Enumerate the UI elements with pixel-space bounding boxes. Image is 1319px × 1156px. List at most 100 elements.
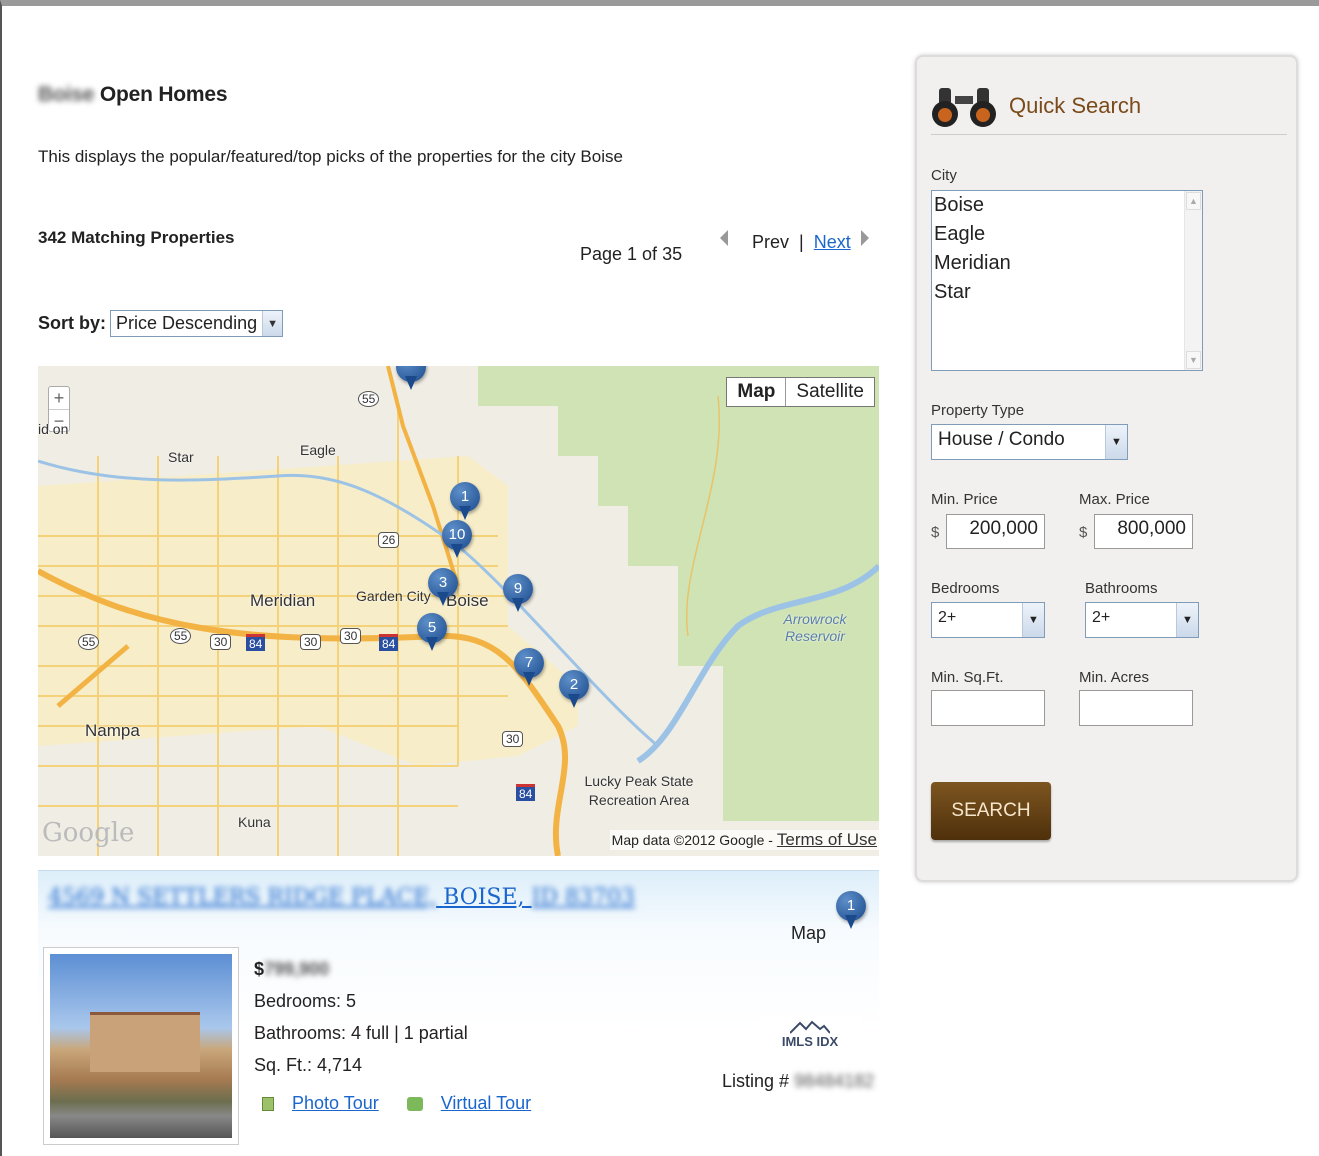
city-option[interactable]: Star <box>934 278 1202 307</box>
min-price-currency: $ <box>931 524 940 541</box>
photo-tour-icon <box>262 1096 274 1111</box>
property-type-label: Property Type <box>931 402 1025 419</box>
listing-number: Listing # 98484182 <box>722 1071 874 1092</box>
shield-30-c: 30 <box>340 628 362 644</box>
map-pin[interactable]: 3 <box>428 568 458 606</box>
binoculars-icon <box>932 87 996 127</box>
map-canvas <box>38 366 879 856</box>
urban-area <box>38 456 578 766</box>
map-label-star: Star <box>168 449 194 465</box>
quick-search-panel: Quick Search City Boise Eagle Meridian S… <box>915 55 1298 882</box>
google-logo: Google <box>42 818 135 848</box>
listing-number-label: Listing # <box>722 1071 790 1091</box>
shield-30-d: 30 <box>502 731 524 747</box>
mountain-icon <box>790 1020 830 1034</box>
min-sqft-label: Min. Sq.Ft. <box>931 669 1004 686</box>
bathrooms-label: Bathrooms <box>1085 580 1158 597</box>
shield-30-a: 30 <box>210 634 232 650</box>
chevron-down-icon[interactable]: ▼ <box>1176 603 1198 637</box>
map-data-text: Map data ©2012 Google - <box>611 832 777 848</box>
property-type-value: House / Condo <box>938 429 1065 450</box>
matching-count: 342 Matching Properties <box>38 228 235 247</box>
map-pin[interactable]: 2 <box>559 670 589 708</box>
house-image <box>50 954 232 1138</box>
map-label-arrowrock: Arrowrock Reservoir <box>783 611 847 644</box>
property-type-select[interactable]: House / Condo ▼ <box>931 424 1128 460</box>
next-link[interactable]: Next <box>814 232 851 253</box>
listing-map-pin[interactable]: 1 <box>836 891 866 929</box>
min-price-input[interactable]: 200,000 <box>946 514 1045 549</box>
page-title: Boise Open Homes <box>38 83 228 107</box>
city-label: City <box>931 167 957 184</box>
map-type-control: Map Satellite <box>726 377 875 407</box>
house-shape <box>90 1012 200 1072</box>
map-pin[interactable]: 7 <box>514 648 544 686</box>
imls-logo: IMLS IDX <box>760 1016 860 1054</box>
map-type-map-button[interactable]: Map <box>727 378 787 406</box>
photo-tour-link[interactable]: Photo Tour <box>292 1093 379 1114</box>
min-acres-input[interactable] <box>1079 690 1193 726</box>
pager: Prev | Next <box>720 229 869 253</box>
map-label-garden-city: Garden City <box>356 588 431 604</box>
map-label-kuna: Kuna <box>238 814 271 830</box>
map-attribution: Map data ©2012 Google - Terms of Use <box>609 830 879 850</box>
min-acres-label: Min. Acres <box>1079 669 1150 686</box>
listing-sqft: Sq. Ft.: 4,714 <box>254 1055 363 1075</box>
listing-address-link[interactable]: 4569 N SETTLERS RIDGE PLACE, BOISE, ID 8… <box>48 885 635 910</box>
city-option[interactable]: Meridian <box>934 249 1202 278</box>
prev-label: Prev <box>752 232 790 252</box>
address-city: BOISE, <box>443 885 525 910</box>
map-pin[interactable]: 5 <box>417 613 447 651</box>
map-pin[interactable]: 1 <box>450 482 480 520</box>
map-label-meridian: Meridian <box>250 591 316 610</box>
chevron-down-icon[interactable]: ▼ <box>1022 603 1044 637</box>
shield-84-c: 84 <box>516 784 536 801</box>
map-pin[interactable]: 10 <box>442 520 472 558</box>
map-label-lucky-peak: Lucky Peak State Recreation Area <box>584 773 694 808</box>
virtual-tour-link[interactable]: Virtual Tour <box>441 1093 531 1114</box>
shield-26: 26 <box>378 532 400 548</box>
sort-select-value: Price Descending <box>116 313 258 333</box>
listing-number-value: 98484182 <box>794 1071 875 1091</box>
min-sqft-input[interactable] <box>931 690 1045 726</box>
address-street: 4569 N SETTLERS RIDGE PLACE, <box>48 885 437 910</box>
chevron-down-icon[interactable]: ▼ <box>262 311 283 336</box>
bathrooms-value: 2+ <box>1092 609 1111 626</box>
min-price-label: Min. Price <box>931 491 998 508</box>
sort-label: Sort by: <box>38 313 107 333</box>
title-text: Open Homes <box>99 83 228 106</box>
city-listbox[interactable]: Boise Eagle Meridian Star ▲ ▼ <box>931 190 1203 371</box>
next-arrow-icon[interactable] <box>860 229 869 246</box>
listing-map-link[interactable]: Map <box>791 923 826 944</box>
price-symbol: $ <box>254 959 265 979</box>
map-type-satellite-button[interactable]: Satellite <box>786 378 874 406</box>
bedrooms-select[interactable]: 2+ ▼ <box>931 602 1045 638</box>
city-scrollbar[interactable]: ▲ ▼ <box>1184 191 1202 370</box>
listing-card: 4569 N SETTLERS RIDGE PLACE, BOISE, ID 8… <box>38 870 879 1156</box>
map-label-nampa: Nampa <box>85 721 140 740</box>
shield-84-a: 84 <box>246 634 266 651</box>
city-option[interactable]: Boise <box>934 191 1202 220</box>
listing-details: $799,900 Bedrooms: 5 Bathrooms: 4 full |… <box>254 953 468 1081</box>
property-map[interactable]: + − Map Satellite id on Star Eagle Merid… <box>38 366 879 856</box>
max-price-label: Max. Price <box>1079 491 1150 508</box>
scroll-down-icon[interactable]: ▼ <box>1186 351 1201 369</box>
scroll-up-icon[interactable]: ▲ <box>1186 192 1201 210</box>
listing-photo[interactable] <box>43 947 239 1145</box>
sort-select[interactable]: Price Descending ▼ <box>110 310 284 337</box>
page-description: This displays the popular/featured/top p… <box>38 147 623 166</box>
prev-arrow-icon[interactable] <box>720 229 728 246</box>
terms-of-use-link[interactable]: Terms of Use <box>777 830 877 849</box>
max-price-input[interactable]: 800,000 <box>1094 514 1193 549</box>
quick-search-header: Quick Search <box>931 77 1287 135</box>
map-label-partial: id on <box>38 421 69 437</box>
city-option[interactable]: Eagle <box>934 220 1202 249</box>
chevron-down-icon[interactable]: ▼ <box>1105 425 1127 459</box>
zoom-in-button[interactable]: + <box>49 387 69 409</box>
bathrooms-select[interactable]: 2+ ▼ <box>1085 602 1199 638</box>
forest-area <box>478 366 879 821</box>
virtual-tour-icon <box>406 1096 423 1111</box>
map-pin[interactable]: 9 <box>503 574 533 612</box>
search-button[interactable]: SEARCH <box>931 782 1051 840</box>
listing-price: $799,900 <box>254 953 468 985</box>
